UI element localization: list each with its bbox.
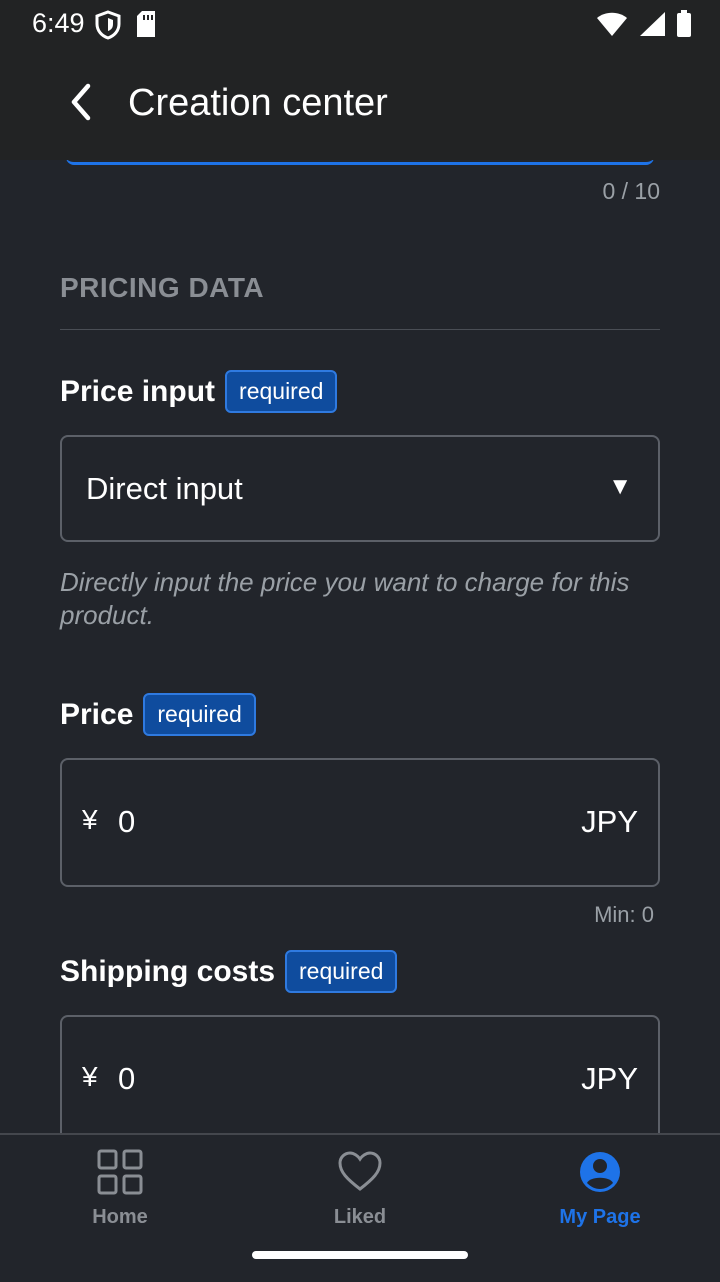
price-label: Price [60,697,134,731]
shipping-label-row: Shipping costs required [60,950,398,993]
price-input-selected-value: Direct input [86,471,243,506]
back-button[interactable] [58,76,104,132]
shipping-input-field[interactable]: ¥ 0 JPY [60,1015,660,1133]
cell-signal-icon [638,11,666,42]
price-label-row: Price required [60,693,256,736]
price-value[interactable]: 0 [118,804,135,840]
character-counter: 0 / 10 [602,178,660,204]
wifi-icon [596,11,628,42]
nav-item-liked[interactable]: Liked [280,1149,440,1229]
price-min-hint: Min: 0 [594,902,654,927]
bottom-navigation: Home Liked My Page [0,1133,720,1282]
price-input-select[interactable]: Direct input ▼ [60,435,660,542]
shipping-value[interactable]: 0 [118,1061,135,1097]
nav-label-home: Home [92,1206,148,1228]
yen-prefix: ¥ [82,804,98,835]
shield-icon [95,10,121,45]
app-bar: Creation center [0,50,720,160]
price-input-label: Price input [60,374,216,408]
back-arrow-icon [68,82,94,127]
yen-prefix: ¥ [82,1061,98,1092]
heart-icon [280,1149,440,1200]
page-title: Creation center [128,82,388,124]
price-input-helper-text: Directly input the price you want to cha… [60,567,630,630]
required-badge: required [225,370,338,413]
nav-label-my-page: My Page [559,1206,641,1228]
status-time: 6:49 [32,8,85,38]
price-input-field[interactable]: ¥ 0 JPY [60,758,660,887]
section-title-pricing: PRICING DATA [60,272,265,303]
form-content[interactable]: 0 / 10 PRICING DATA Price input required… [0,160,720,1133]
nav-item-my-page[interactable]: My Page [520,1149,680,1229]
required-badge: required [143,693,256,736]
currency-suffix: JPY [581,1061,638,1096]
section-divider [60,329,660,330]
grid-icon [40,1149,200,1200]
shipping-costs-label: Shipping costs [60,954,276,988]
nav-label-liked: Liked [333,1206,387,1228]
status-bar: 6:49 [0,0,720,50]
battery-icon [676,10,692,43]
previous-field-edge[interactable] [66,160,654,165]
nav-item-home[interactable]: Home [40,1149,200,1229]
user-icon [520,1149,680,1200]
dropdown-caret-icon: ▼ [608,473,632,500]
sd-card-icon [135,10,157,45]
home-indicator[interactable] [252,1251,468,1259]
price-input-label-row: Price input required [60,370,338,413]
required-badge: required [285,950,398,993]
currency-suffix: JPY [581,804,638,839]
